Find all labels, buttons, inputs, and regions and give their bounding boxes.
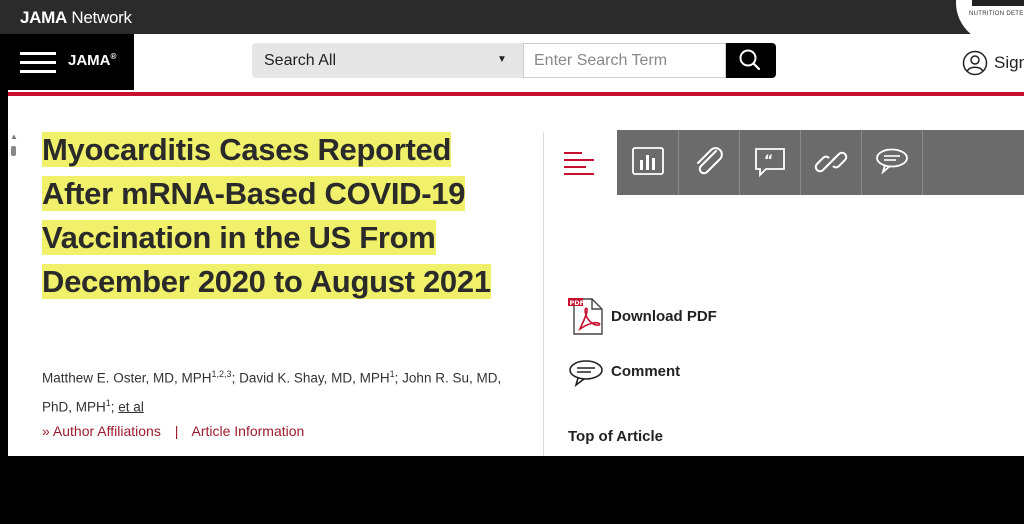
caret-down-icon: ▼ <box>497 54 507 65</box>
search-input[interactable] <box>523 43 726 78</box>
column-divider <box>543 132 544 456</box>
network-topbar: JAMA Network NUTRITION DETE <box>0 0 1024 46</box>
signin-label: Sign <box>994 53 1024 72</box>
jama-network-logo[interactable]: JAMA Network <box>20 8 132 28</box>
search-icon <box>739 49 761 71</box>
author-name[interactable]: Matthew E. Oster, MD, MPH <box>42 371 212 386</box>
download-pdf-label: Download PDF <box>611 308 717 325</box>
et-al-link[interactable]: et al <box>118 399 144 414</box>
comment-toolbar-button[interactable] <box>861 130 923 195</box>
link-icon <box>814 151 848 173</box>
jama-logo-text: JAMA <box>68 52 111 69</box>
svg-text:PDF: PDF <box>570 299 585 307</box>
comment-icon <box>569 360 603 388</box>
search-scope-label: Search All <box>264 52 337 69</box>
top-of-article-link[interactable]: Top of Article <box>568 428 663 445</box>
network-logo-brand: JAMA <box>20 8 67 27</box>
figures-button[interactable] <box>617 130 679 195</box>
author-affiliations-link[interactable]: Author Affiliations <box>53 423 161 439</box>
nutrition-badge-text: NUTRITION DETE <box>969 11 1024 17</box>
pdf-icon: PDF <box>568 298 603 335</box>
article-information-link[interactable]: Article Information <box>192 423 305 439</box>
article-title: Myocarditis Cases Reported After mRNA-Ba… <box>42 128 522 304</box>
figures-icon <box>632 147 664 175</box>
cite-icon: “ <box>755 148 785 178</box>
article-title-text: Myocarditis Cases Reported After mRNA-Ba… <box>42 132 491 299</box>
comment-label: Comment <box>611 363 681 380</box>
cite-button[interactable]: “ <box>739 130 801 195</box>
search-bar: Search All ▼ <box>252 43 776 78</box>
scroll-up-arrow-icon[interactable]: ▲ <box>10 132 18 141</box>
user-icon <box>962 50 988 76</box>
svg-text:“: “ <box>764 153 773 169</box>
permalink-button[interactable] <box>800 130 862 195</box>
article-links: » Author Affiliations | Article Informat… <box>42 423 304 439</box>
nutrition-badge-graphic <box>972 0 1024 6</box>
hamburger-icon <box>20 52 56 74</box>
menu-button[interactable]: JAMA® <box>8 34 134 90</box>
author-name[interactable]: David K. Shay, MD, MPH <box>239 371 390 386</box>
attachment-icon <box>697 147 723 175</box>
network-logo-suffix: Network <box>66 8 132 27</box>
attachments-button[interactable] <box>678 130 740 195</box>
comment-icon <box>876 148 908 175</box>
jama-logo: JAMA® <box>68 52 116 69</box>
article-page: ▲ Myocarditis Cases Reported After mRNA-… <box>8 96 1024 456</box>
link-separator: | <box>174 423 179 439</box>
search-button[interactable] <box>726 43 776 78</box>
table-of-contents-icon[interactable] <box>564 152 594 176</box>
author-list: Matthew E. Oster, MD, MPH1,2,3; David K.… <box>42 369 502 414</box>
author-affil-sup: 1,2,3 <box>211 369 232 379</box>
chevron-right-icon: » <box>42 423 50 439</box>
article-toolbar: “ <box>617 130 1024 195</box>
registered-mark: ® <box>110 52 117 61</box>
scrollbar-thumb[interactable] <box>11 146 16 156</box>
search-scope-select[interactable]: Search All ▼ <box>252 43 523 78</box>
